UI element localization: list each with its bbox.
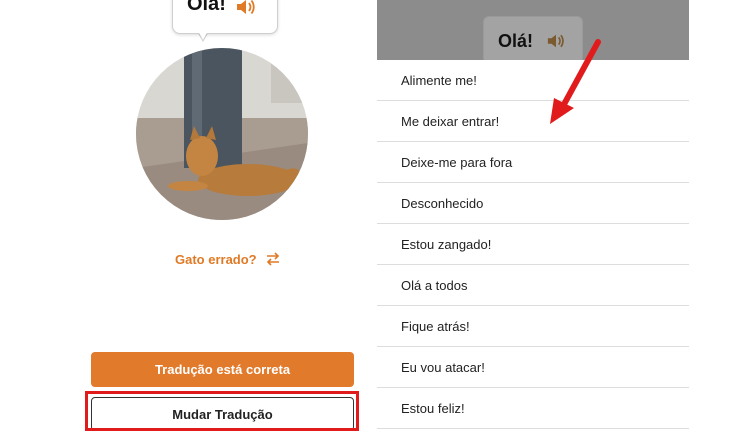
option-item[interactable]: Deixe-me para fora (377, 142, 689, 183)
option-item[interactable]: Fique atrás! (377, 306, 689, 347)
option-item[interactable]: Estou zangado! (377, 224, 689, 265)
speech-bubble-text-dimmed: Olá! (498, 31, 534, 51)
swap-arrows-icon (266, 252, 279, 266)
speaker-icon[interactable] (235, 0, 257, 17)
option-item[interactable]: Desconhecido (377, 183, 689, 224)
translation-result-screen: Olá! Gato errado? Tradução está correta … (0, 0, 376, 431)
cat-photo (136, 48, 308, 220)
red-arrow-annotation (550, 39, 601, 124)
speech-bubble-text: Olá! (187, 0, 226, 15)
option-item[interactable]: Olá a todos (377, 265, 689, 306)
translation-options-screen: Olá! Alimente me! Me deixar entrar! Deix… (377, 0, 689, 429)
dimmed-overlay: Olá! (377, 0, 689, 64)
speech-bubble-tail-fill (197, 29, 209, 40)
option-item[interactable]: Me deixar entrar! (377, 101, 689, 142)
speech-bubble: Olá! (172, 0, 278, 34)
wrong-cat-label: Gato errado? (175, 251, 257, 267)
option-item[interactable]: Alimente me! (377, 60, 689, 101)
page-margin (689, 0, 754, 424)
option-item[interactable]: Estou feliz! (377, 388, 689, 429)
highlight-annotation-box (85, 391, 359, 431)
option-item[interactable]: Eu vou atacar! (377, 347, 689, 388)
wrong-cat-link[interactable]: Gato errado? (175, 251, 281, 267)
translation-correct-button[interactable]: Tradução está correta (91, 352, 354, 387)
translation-options-list: Alimente me! Me deixar entrar! Deixe-me … (377, 60, 689, 429)
